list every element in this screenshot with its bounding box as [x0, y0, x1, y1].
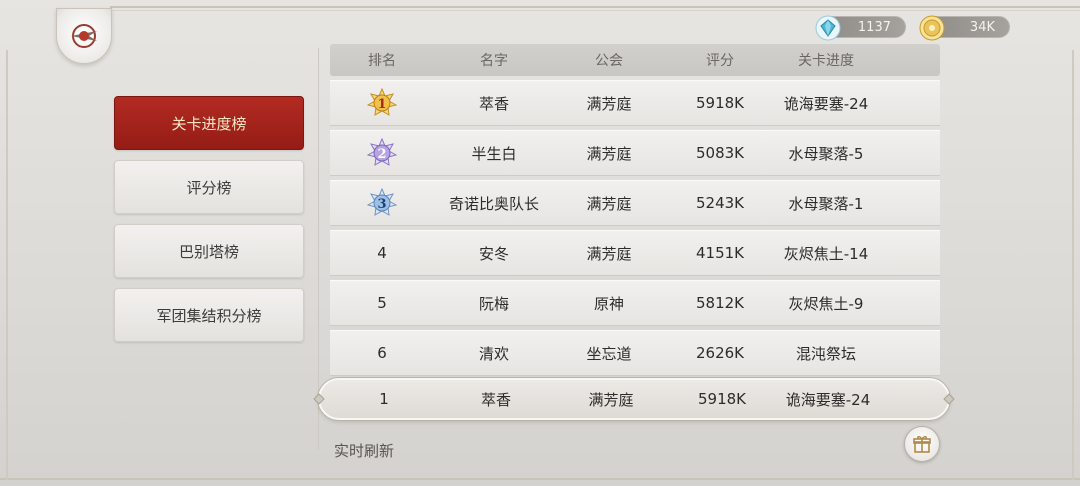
tab-label: 关卡进度榜 [171, 114, 247, 133]
back-button[interactable] [56, 8, 112, 64]
score-value: 5243K [695, 194, 744, 212]
gift-box-icon [913, 436, 931, 453]
tab-stage-progress[interactable]: 关卡进度榜 [114, 96, 304, 150]
rank-cell: 2 [330, 138, 434, 168]
ornament-left [313, 393, 325, 405]
frame-top-border-inner [110, 10, 1080, 11]
guild-name: 满芳庭 [586, 194, 632, 213]
guild-name: 满芳庭 [586, 94, 632, 113]
medal-number: 1 [377, 97, 386, 112]
player-name: 半生白 [471, 144, 517, 163]
gold-coin-icon [919, 15, 945, 41]
frame-left-border [6, 50, 8, 480]
my-guild-name: 满芳庭 [588, 390, 634, 409]
frame-right-border [1072, 50, 1074, 480]
leaderboard-tabs: 关卡进度榜 评分榜 巴别塔榜 军团集结积分榜 [114, 96, 304, 352]
score-value: 4151K [695, 244, 744, 262]
gem-counter[interactable]: 1137 [815, 15, 906, 41]
rank-cell: 1 [330, 88, 434, 118]
frame-bottom-border [0, 478, 1080, 480]
player-name: 萃香 [478, 94, 509, 113]
table-row[interactable]: 1 萃香 满芳庭 5918K 诡海要塞-24 [330, 80, 940, 126]
my-stage-progress: 诡海要塞-24 [785, 390, 871, 409]
header-progress: 关卡进度 [798, 53, 854, 69]
stage-progress: 灰烬焦土-9 [788, 294, 864, 313]
stage-progress: 灰烬焦土-14 [783, 244, 869, 263]
tab-babel-tower[interactable]: 巴别塔榜 [114, 224, 304, 278]
tab-legion-rally[interactable]: 军团集结积分榜 [114, 288, 304, 342]
stage-progress: 混沌祭坛 [795, 344, 856, 363]
reward-button[interactable] [904, 426, 940, 462]
score-value: 2626K [695, 344, 744, 362]
leaderboard-table: 排名 名字 公会 评分 关卡进度 1 萃香 满芳庭 5918K 诡海要塞-24 … [330, 44, 940, 376]
score-value: 5083K [695, 144, 744, 162]
my-player-name: 萃香 [480, 390, 511, 409]
medal-number: 2 [377, 147, 386, 162]
frame-top-border [110, 6, 1080, 8]
tab-score[interactable]: 评分榜 [114, 160, 304, 214]
tab-label: 军团集结积分榜 [156, 306, 262, 325]
gold-medal-icon: 1 [367, 88, 397, 116]
gold-amount: 34K [969, 19, 995, 35]
guild-name: 满芳庭 [586, 144, 632, 163]
header-score: 评分 [706, 53, 734, 69]
table-row[interactable]: 4 安冬 满芳庭 4151K 灰烬焦土-14 [330, 230, 940, 276]
table-row[interactable]: 3 奇诺比奥队长 满芳庭 5243K 水母聚落-1 [330, 180, 940, 226]
header-guild: 公会 [595, 53, 623, 69]
ornament-right [943, 393, 955, 405]
guild-name: 坐忘道 [586, 344, 632, 363]
player-name: 清欢 [478, 344, 509, 363]
guild-name: 原神 [593, 294, 624, 313]
rank-number: 5 [377, 294, 387, 312]
guild-name: 满芳庭 [586, 244, 632, 263]
table-header: 排名 名字 公会 评分 关卡进度 [330, 44, 940, 76]
stage-progress: 诡海要塞-24 [783, 94, 869, 113]
tab-label: 评分榜 [186, 178, 232, 197]
player-name: 安冬 [478, 244, 509, 263]
header-name: 名字 [480, 53, 508, 69]
player-name: 阮梅 [478, 294, 509, 313]
my-rank-row[interactable]: 1 萃香 满芳庭 5918K 诡海要塞-24 [313, 378, 955, 420]
rank-number: 4 [377, 244, 387, 262]
table-row[interactable]: 6 清欢 坐忘道 2626K 混沌祭坛 [330, 330, 940, 376]
my-score-value: 5918K [697, 390, 746, 408]
stage-progress: 水母聚落-5 [788, 144, 864, 163]
gem-icon [815, 15, 841, 41]
gold-counter[interactable]: 34K [919, 15, 1010, 41]
score-value: 5918K [695, 94, 744, 112]
rank-number: 6 [377, 344, 387, 362]
player-name: 奇诺比奥队长 [448, 194, 539, 213]
my-rank-number: 1 [379, 390, 389, 408]
table-row[interactable]: 5 阮梅 原神 5812K 灰烬焦土-9 [330, 280, 940, 326]
back-emblem-icon [71, 24, 97, 48]
table-row[interactable]: 2 半生白 满芳庭 5083K 水母聚落-5 [330, 130, 940, 176]
silver-medal-icon: 2 [367, 138, 397, 166]
header-rank: 排名 [368, 53, 396, 69]
medal-number: 3 [377, 197, 386, 212]
refresh-note: 实时刷新 [334, 442, 395, 460]
stage-progress: 水母聚落-1 [788, 194, 864, 213]
tab-label: 巴别塔榜 [178, 242, 239, 261]
gem-amount: 1137 [857, 19, 891, 35]
rank-cell: 3 [330, 188, 434, 218]
score-value: 5812K [695, 294, 744, 312]
bronze-medal-icon: 3 [367, 188, 397, 216]
